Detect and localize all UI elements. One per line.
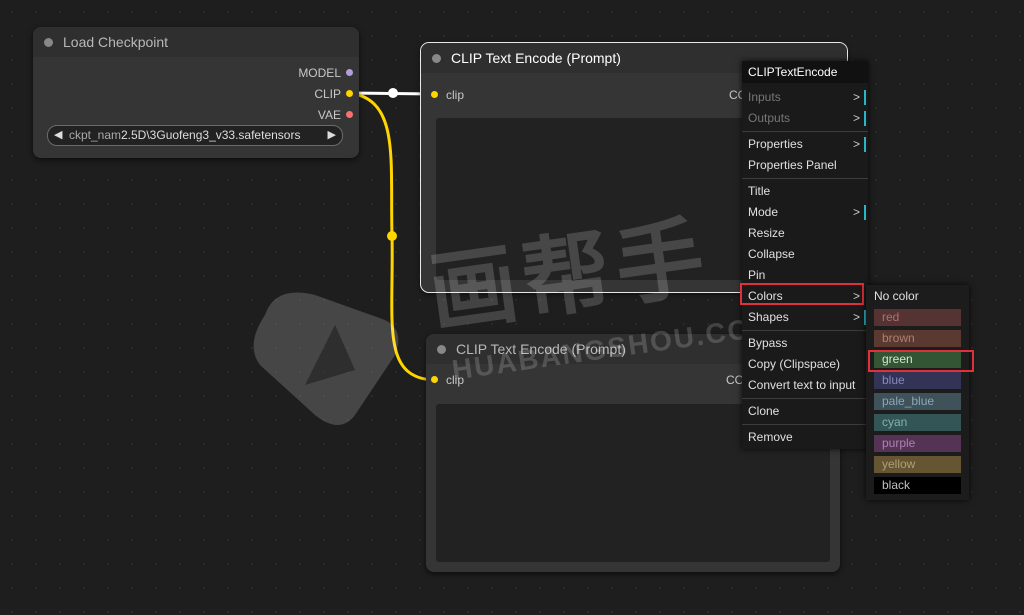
load-checkpoint-node[interactable]: Load Checkpoint MODEL CLIP VAE ◀ ckpt_na… — [33, 27, 359, 158]
menu-item-collapse[interactable]: Collapse — [742, 244, 868, 265]
menu-item-label: brown — [882, 331, 915, 345]
combo-right-arrow-icon[interactable]: ▶ — [328, 126, 336, 144]
color-option-yellow[interactable]: yellow — [874, 456, 961, 473]
submenu-arrow-icon: > — [852, 310, 860, 324]
menu-item-outputs[interactable]: Outputs > — [742, 108, 868, 129]
input-label-clip: clip — [446, 373, 465, 387]
color-option-cyan[interactable]: cyan — [874, 414, 961, 431]
color-option-purple[interactable]: purple — [874, 435, 961, 452]
submenu-indicator — [864, 90, 866, 105]
context-menu-title: CLIPTextEncode — [742, 61, 868, 83]
menu-item-label: Mode — [748, 205, 779, 219]
submenu-indicator — [864, 111, 866, 126]
green-option-highlight — [868, 350, 974, 372]
output-clip[interactable]: CLIP — [314, 87, 341, 101]
colors-submenu: No color red brown green blue pale_blue … — [866, 285, 969, 500]
color-option-red[interactable]: red — [874, 309, 961, 326]
output-vae[interactable]: VAE — [318, 108, 341, 122]
menu-item-label: purple — [882, 436, 916, 450]
menu-item-label: Properties Panel — [748, 158, 837, 172]
menu-separator — [742, 330, 868, 331]
output-label-clip: CLIP — [314, 87, 341, 101]
color-option-brown[interactable]: brown — [874, 330, 961, 347]
menu-item-mode[interactable]: Mode > — [742, 202, 868, 223]
input-label-clip: clip — [446, 88, 465, 102]
menu-item-label: Title — [748, 184, 771, 198]
combo-left-arrow-icon[interactable]: ◀ — [54, 126, 62, 144]
clip-input-dot-icon[interactable] — [431, 376, 438, 383]
submenu-arrow-icon: > — [852, 205, 860, 219]
menu-item-label: Properties — [748, 137, 803, 151]
menu-item-shapes[interactable]: Shapes > — [742, 307, 868, 328]
output-label-model: MODEL — [298, 66, 341, 80]
menu-item-label: black — [882, 478, 911, 492]
menu-item-label: Clone — [748, 404, 780, 418]
node-context-menu: CLIPTextEncode Inputs > Outputs > Proper… — [742, 61, 868, 449]
menu-separator — [742, 178, 868, 179]
menu-item-label: Copy (Clipspace) — [748, 357, 841, 371]
submenu-arrow-icon: > — [852, 90, 860, 104]
collapse-dot-icon[interactable] — [437, 345, 446, 354]
submenu-arrow-icon: > — [852, 111, 860, 125]
submenu-indicator — [864, 137, 866, 152]
menu-item-label: Bypass — [748, 336, 788, 350]
menu-item-label: cyan — [882, 415, 908, 429]
menu-separator — [742, 131, 868, 132]
menu-item-label: pale_blue — [882, 394, 935, 408]
clip-link-2-midpoint — [387, 231, 397, 241]
color-option-no-color[interactable]: No color — [866, 285, 969, 307]
submenu-indicator — [864, 205, 866, 220]
menu-item-label: Pin — [748, 268, 766, 282]
ckpt-name-combo[interactable]: ◀ ckpt_nam 2.5D\3Guofeng3_v33.safetensor… — [47, 125, 343, 146]
menu-item-convert-text-to-input[interactable]: Convert text to input — [742, 375, 868, 396]
combo-label: ckpt_nam — [69, 128, 122, 142]
menu-item-copy-clipspace[interactable]: Copy (Clipspace) — [742, 354, 868, 375]
menu-item-properties-panel[interactable]: Properties Panel — [742, 155, 868, 176]
submenu-arrow-icon: > — [852, 137, 860, 151]
menu-item-label: Resize — [748, 226, 785, 240]
vae-output-dot-icon[interactable] — [346, 111, 353, 118]
color-option-pale-blue[interactable]: pale_blue — [874, 393, 961, 410]
menu-item-label: red — [882, 310, 900, 324]
menu-item-label: yellow — [882, 457, 916, 471]
clip-link-1-midpoint — [388, 88, 398, 98]
menu-item-label: No color — [874, 289, 919, 303]
color-option-blue[interactable]: blue — [874, 372, 961, 389]
menu-item-label: Convert text to input — [748, 378, 856, 392]
menu-item-label: Remove — [748, 430, 793, 444]
output-label-vae: VAE — [317, 108, 341, 122]
model-output-dot-icon[interactable] — [346, 69, 353, 76]
menu-item-title[interactable]: Title — [742, 181, 868, 202]
menu-item-bypass[interactable]: Bypass — [742, 333, 868, 354]
menu-item-remove[interactable]: Remove — [742, 427, 868, 448]
menu-item-label: Outputs — [748, 111, 791, 125]
menu-item-inputs[interactable]: Inputs > — [742, 87, 868, 108]
clip-output-dot-icon[interactable] — [346, 90, 353, 97]
menu-item-clone[interactable]: Clone — [742, 401, 868, 422]
menu-item-label: Shapes — [748, 310, 789, 324]
collapse-dot-icon[interactable] — [432, 54, 441, 63]
menu-item-label: Inputs — [748, 90, 781, 104]
menu-item-label: blue — [882, 373, 905, 387]
node-title: CLIP Text Encode (Prompt) — [456, 341, 626, 357]
collapse-dot-icon[interactable] — [44, 38, 53, 47]
color-option-black[interactable]: black — [874, 477, 961, 494]
menu-item-label: Collapse — [748, 247, 795, 261]
output-model[interactable]: MODEL — [298, 66, 341, 80]
menu-item-resize[interactable]: Resize — [742, 223, 868, 244]
node-title-bar[interactable]: Load Checkpoint — [33, 27, 359, 57]
menu-item-properties[interactable]: Properties > — [742, 134, 868, 155]
node-title: Load Checkpoint — [63, 34, 169, 50]
colors-item-highlight — [740, 283, 864, 305]
node-title: CLIP Text Encode (Prompt) — [451, 50, 621, 66]
clip-input-dot-icon[interactable] — [431, 91, 438, 98]
menu-separator — [742, 398, 868, 399]
menu-separator — [742, 424, 868, 425]
combo-value: 2.5D\3Guofeng3_v33.safetensors — [121, 128, 301, 142]
